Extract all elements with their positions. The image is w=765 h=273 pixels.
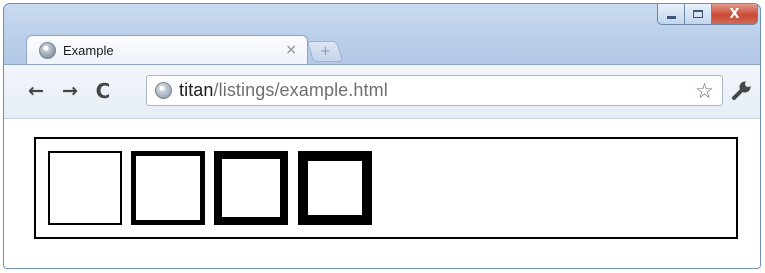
close-window-button[interactable]: X xyxy=(712,4,758,25)
arrow-left-icon: ← xyxy=(28,80,44,102)
globe-icon xyxy=(39,42,56,59)
globe-icon xyxy=(155,82,172,99)
bordered-box xyxy=(48,151,122,225)
maximize-icon xyxy=(693,10,703,18)
url-text: titan/listings/example.html xyxy=(179,80,388,101)
new-tab-button[interactable]: + xyxy=(306,41,344,62)
bordered-box xyxy=(131,151,205,225)
plus-icon: + xyxy=(319,44,331,59)
wrench-icon[interactable] xyxy=(731,79,753,101)
maximize-button[interactable] xyxy=(685,4,712,25)
reload-button[interactable]: C xyxy=(91,79,115,103)
browser-window: X Example × + ← → C titan/listings/examp… xyxy=(3,3,761,269)
browser-toolbar: ← → C titan/listings/example.html ☆ xyxy=(4,64,760,118)
arrow-right-icon: → xyxy=(62,80,78,102)
tab-example[interactable]: Example × xyxy=(26,35,308,65)
content-container xyxy=(34,137,738,239)
close-icon: X xyxy=(729,6,740,22)
minimize-button[interactable] xyxy=(657,4,685,25)
minimize-icon xyxy=(666,15,676,19)
bordered-box xyxy=(298,151,372,225)
page-viewport xyxy=(4,118,760,268)
window-controls: X xyxy=(657,4,758,25)
bordered-box xyxy=(214,151,288,225)
back-button[interactable]: ← xyxy=(24,79,48,103)
reload-icon: C xyxy=(95,79,111,103)
url-path: /listings/example.html xyxy=(213,80,388,100)
tab-title: Example xyxy=(63,43,114,58)
url-host: titan xyxy=(179,80,214,100)
tab-close-icon[interactable]: × xyxy=(285,42,297,58)
address-bar[interactable]: titan/listings/example.html ☆ xyxy=(146,75,723,106)
star-icon[interactable]: ☆ xyxy=(695,79,714,103)
forward-button[interactable]: → xyxy=(58,79,82,103)
